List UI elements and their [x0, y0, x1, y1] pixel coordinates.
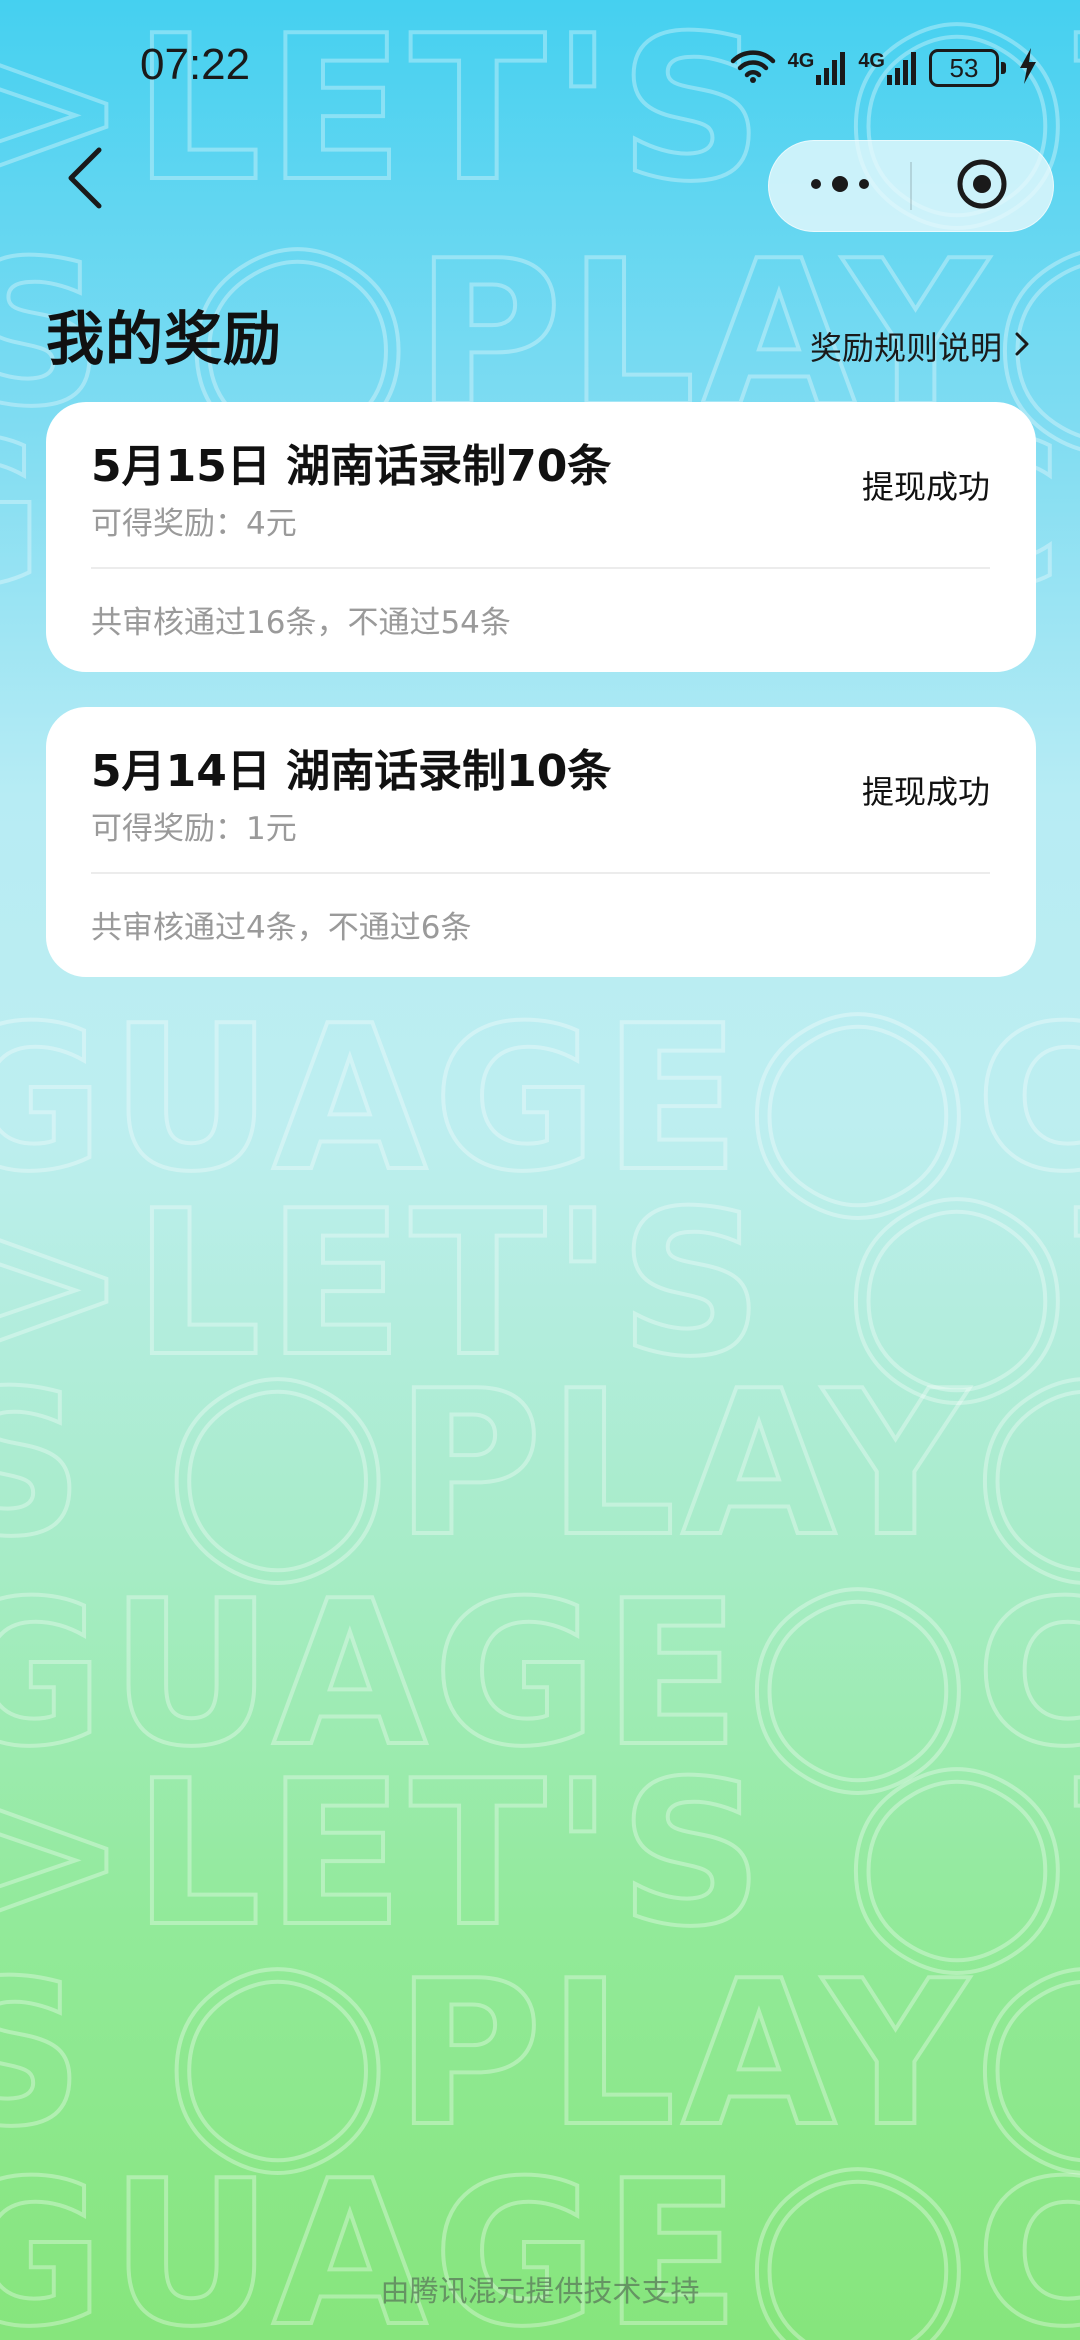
- card-divider: [91, 872, 990, 874]
- signal-icon: 4G: [788, 51, 847, 85]
- reward-rules-label: 奖励规则说明: [809, 329, 1002, 367]
- charging-icon: [1018, 48, 1038, 88]
- card-divider: [91, 567, 990, 569]
- status-badge: 提现成功: [861, 773, 990, 811]
- chevron-left-icon: [65, 146, 105, 214]
- reward-amount: 可得奖励：4元: [91, 506, 297, 542]
- battery-level: 53: [929, 49, 999, 87]
- more-button[interactable]: [769, 140, 910, 232]
- chevron-right-icon: [1014, 327, 1030, 365]
- page-title: 我的奖励: [46, 305, 283, 373]
- back-button[interactable]: [50, 140, 120, 220]
- status-bar: 07:22 4G 4G 53: [0, 0, 1080, 130]
- target-circle-icon: [955, 157, 1009, 215]
- mini-program-capsule: [768, 140, 1054, 232]
- reward-amount: 可得奖励：1元: [91, 811, 297, 847]
- reward-card-title: 5月14日 湖南话录制10条: [91, 746, 612, 797]
- close-button[interactable]: [912, 140, 1053, 232]
- reward-card-title: 5月15日 湖南话录制70条: [91, 441, 612, 492]
- signal-icon-2: 4G: [858, 51, 917, 85]
- network-type-2: 4G: [858, 50, 885, 72]
- review-summary: 共审核通过4条，不通过6条: [91, 910, 472, 946]
- status-icons: 4G 4G 53: [730, 46, 1038, 90]
- reward-rules-link[interactable]: 奖励规则说明: [810, 323, 1030, 369]
- reward-card[interactable]: 5月14日 湖南话录制10条 可得奖励：1元 提现成功 共审核通过4条，不通过6…: [46, 707, 1036, 977]
- status-badge: 提现成功: [861, 468, 990, 506]
- more-dots-icon: [808, 174, 872, 198]
- review-summary: 共审核通过16条，不通过54条: [91, 605, 511, 641]
- wifi-icon: [730, 49, 776, 87]
- network-type-1: 4G: [787, 50, 815, 72]
- status-time: 07:22: [140, 40, 251, 89]
- tech-support-footer: 由腾讯混元提供技术支持: [380, 2274, 700, 2308]
- reward-card[interactable]: 5月15日 湖南话录制70条 可得奖励：4元 提现成功 共审核通过16条，不通过…: [46, 402, 1036, 672]
- battery-icon: 53: [929, 49, 1006, 87]
